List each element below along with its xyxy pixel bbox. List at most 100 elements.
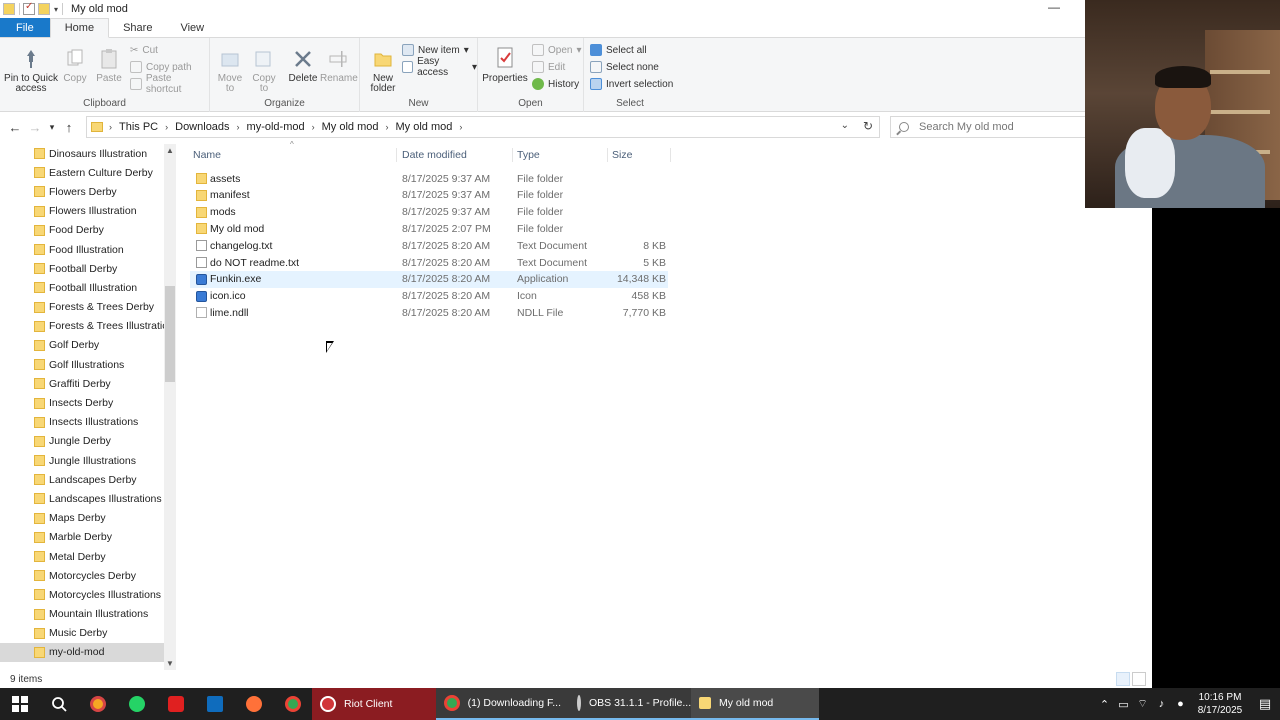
invert-selection-button[interactable]: Invert selection [590,76,673,92]
select-all-button[interactable]: Select all [590,42,647,58]
column-header-type[interactable]: Type [517,149,540,161]
up-arrow-icon[interactable]: ↑ [59,120,79,135]
nav-item[interactable]: Landscapes Illustrations [0,489,176,508]
nav-item[interactable]: Music Derby [0,624,176,643]
back-arrow-icon[interactable]: ← [5,120,25,135]
outlook-icon[interactable] [195,688,234,720]
nav-item[interactable]: Golf Derby [0,336,176,355]
table-row[interactable]: assets 8/17/2025 9:37 AM File folder [190,170,668,187]
minimize-button[interactable]: — [1044,0,1064,14]
nav-item[interactable]: Insects Illustrations [0,413,176,432]
column-divider[interactable] [670,148,671,162]
chevron-right-icon[interactable]: › [385,122,388,132]
nav-item[interactable]: Forests & Trees Derby [0,298,176,317]
open-button[interactable]: Open ▾ [532,42,582,58]
tab-view[interactable]: View [166,18,218,37]
column-header-name[interactable]: Name [193,149,221,161]
nav-item[interactable]: Food Illustration [0,240,176,259]
new-folder-button[interactable]: New folder [366,48,400,94]
scroll-up-icon[interactable]: ▲ [166,146,174,155]
table-row[interactable]: mods 8/17/2025 9:37 AM File folder [190,204,668,221]
nav-item[interactable]: Eastern Culture Derby [0,163,176,182]
column-header-size[interactable]: Size [612,149,632,161]
tab-share[interactable]: Share [109,18,166,37]
table-row[interactable]: do NOT readme.txt 8/17/2025 8:20 AM Text D… [190,254,668,271]
table-row[interactable]: changelog.txt 8/17/2025 8:20 AM Text Docum… [190,237,668,254]
whatsapp-icon[interactable] [117,688,156,720]
chrome-icon[interactable] [273,688,312,720]
nav-item[interactable]: Jungle Illustrations [0,451,176,470]
nav-item[interactable]: Insects Derby [0,393,176,412]
rename-button[interactable]: Rename [320,48,358,84]
properties-quick-icon[interactable] [23,1,35,15]
table-row[interactable]: lime.ndll 8/17/2025 8:20 AM NDLL File 7,770… [190,304,668,321]
chevron-right-icon[interactable]: › [312,122,315,132]
volume-icon[interactable]: ♪ [1152,698,1171,710]
clock[interactable]: 10:16 PM 8/17/2025 [1190,691,1250,717]
network-icon[interactable]: ▭ [1114,698,1133,711]
wifi-icon[interactable]: ⌔ [1133,697,1152,711]
nav-item[interactable]: Motorcycles Illustrations [0,585,176,604]
pin-quick-access-button[interactable]: Pin to Quick access [4,48,58,94]
nav-item[interactable]: my-old-mod [0,642,176,663]
breadcrumb-my-old-mod-folder[interactable]: My old mod [322,121,379,133]
copy-to-button[interactable]: Copy to [248,48,280,94]
column-header-date[interactable]: Date modified [402,149,467,161]
cut-button[interactable]: ✂ Cut [130,42,158,58]
browser-icon[interactable] [78,688,117,720]
nav-item[interactable]: Flowers Derby [0,182,176,201]
column-divider[interactable] [607,148,608,162]
media-app-icon[interactable] [156,688,195,720]
breadcrumb-my-old-mod-current[interactable]: My old mod [395,121,452,133]
nav-item[interactable]: Motorcycles Derby [0,566,176,585]
nav-item[interactable]: Food Derby [0,221,176,240]
taskbar-obs-window[interactable]: OBS 31.1.1 - Profile... [569,688,691,720]
table-row[interactable]: My old mod 8/17/2025 2:07 PM File folder [190,220,668,237]
taskbar-chrome-window[interactable]: (1) Downloading F... [436,688,569,720]
nav-item[interactable]: Forests & Trees Illustrations [0,317,176,336]
search-box[interactable]: Search My old mod [890,116,1090,138]
quick-access-dropdown-icon[interactable]: ▾ [54,5,58,14]
history-button[interactable]: History [532,76,579,92]
recent-dropdown-icon[interactable]: ▾ [45,122,59,133]
microphone-icon[interactable]: ● [1171,698,1190,710]
large-icons-view-icon[interactable] [1132,672,1146,686]
table-row[interactable]: Funkin.exe 8/17/2025 8:20 AM Application 14… [190,270,668,288]
properties-button[interactable]: Properties [482,46,528,84]
details-view-icon[interactable] [1116,672,1130,686]
scrollbar-thumb[interactable] [165,286,175,382]
breadcrumb-my-old-mod[interactable]: my-old-mod [247,121,305,133]
easy-access-button[interactable]: Easy access ▾ [402,56,477,78]
forward-arrow-icon[interactable]: → [25,120,45,135]
breadcrumb-downloads[interactable]: Downloads [175,121,229,133]
tab-file[interactable]: File [0,18,50,37]
table-row[interactable]: manifest 8/17/2025 9:37 AM File folder [190,187,668,204]
select-none-button[interactable]: Select none [590,59,659,75]
nav-item[interactable]: Football Derby [0,259,176,278]
column-divider[interactable] [512,148,513,162]
chevron-right-icon[interactable]: › [165,122,168,132]
delete-button[interactable]: Delete [286,48,320,84]
copy-button[interactable]: Copy [60,48,90,84]
nav-item[interactable]: Football Illustration [0,278,176,297]
breadcrumb-this-pc[interactable]: This PC [119,121,158,133]
new-folder-quick-icon[interactable] [38,3,50,15]
navigation-pane-scrollbar[interactable]: ▲ ▼ [164,144,176,670]
edit-button[interactable]: Edit [532,59,565,75]
nav-item[interactable]: Mountain Illustrations [0,605,176,624]
tab-home[interactable]: Home [49,18,110,38]
paste-shortcut-button[interactable]: Paste shortcut [130,73,209,95]
column-divider[interactable] [396,148,397,162]
windows-start-icon[interactable] [0,688,39,720]
chevron-right-icon[interactable]: › [459,122,462,132]
address-dropdown-icon[interactable]: ⌄ [841,120,849,131]
nav-item[interactable]: Golf Illustrations [0,355,176,374]
nav-item[interactable]: Flowers Illustration [0,202,176,221]
move-to-button[interactable]: Move to [214,48,246,94]
nav-item[interactable]: Marble Derby [0,528,176,547]
nav-item[interactable]: Maps Derby [0,509,176,528]
search-icon[interactable] [39,688,78,720]
nav-item[interactable]: Jungle Derby [0,432,176,451]
nav-item[interactable]: Landscapes Derby [0,470,176,489]
nav-item[interactable]: Graffiti Derby [0,374,176,393]
